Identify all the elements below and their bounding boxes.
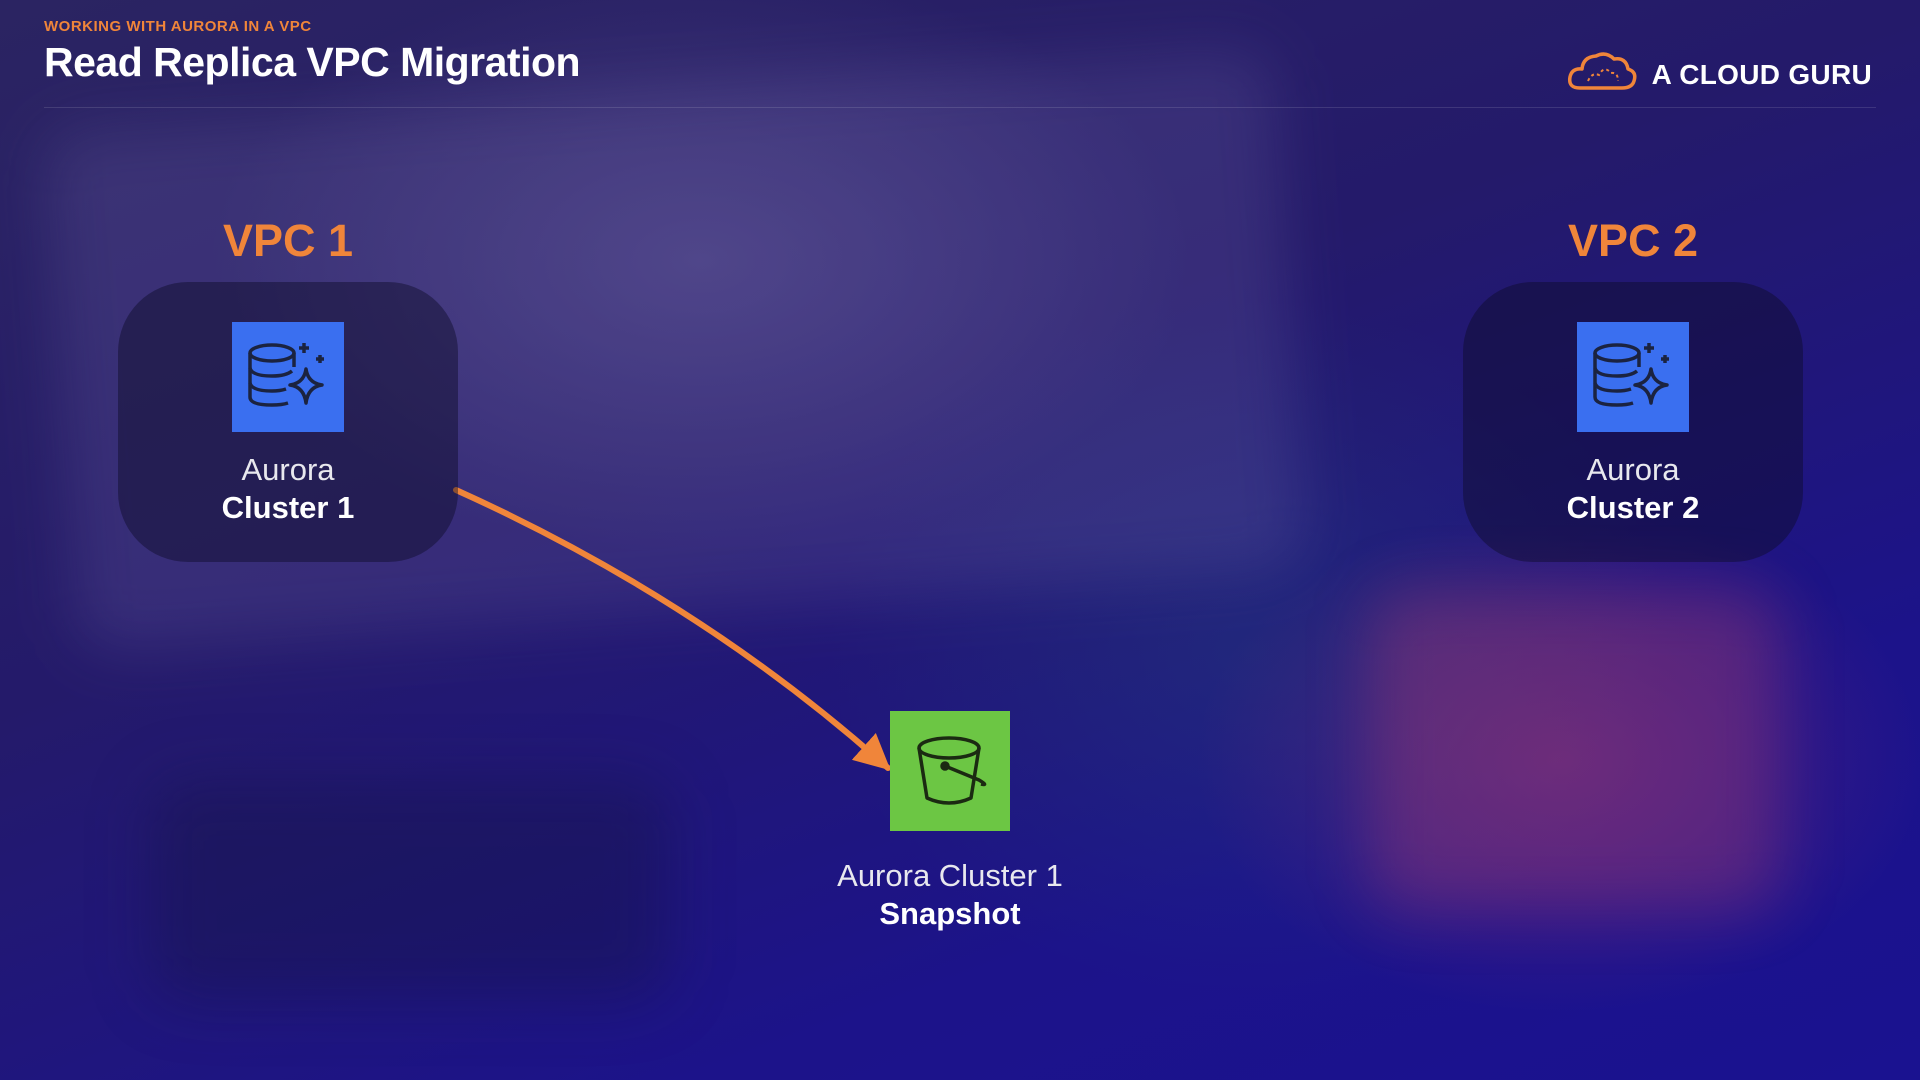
aurora-database-icon bbox=[242, 333, 334, 422]
s3-bucket-icon bbox=[905, 724, 995, 819]
node-line1: Aurora bbox=[1586, 452, 1680, 487]
node-line1: Aurora bbox=[241, 452, 335, 487]
snapshot-tile[interactable] bbox=[890, 711, 1010, 831]
node-line1: Aurora Cluster 1 bbox=[837, 858, 1063, 893]
aurora-cluster-1-tile[interactable] bbox=[232, 322, 344, 432]
vpc1-label: VPC 1 bbox=[222, 215, 354, 266]
aurora-cluster-2-label: Aurora Cluster 2 bbox=[1463, 452, 1803, 526]
connection-arrow bbox=[453, 487, 891, 771]
vpc2-label: VPC 2 bbox=[1567, 215, 1699, 266]
node-line2: Snapshot bbox=[879, 896, 1021, 931]
node-line2: Cluster 1 bbox=[221, 490, 355, 525]
aurora-cluster-2-tile[interactable] bbox=[1577, 322, 1689, 432]
aurora-database-icon bbox=[1587, 333, 1679, 422]
snapshot-label: Aurora Cluster 1 Snapshot bbox=[780, 858, 1120, 932]
node-line2: Cluster 2 bbox=[1566, 490, 1700, 525]
aurora-cluster-1-label: Aurora Cluster 1 bbox=[118, 452, 458, 526]
